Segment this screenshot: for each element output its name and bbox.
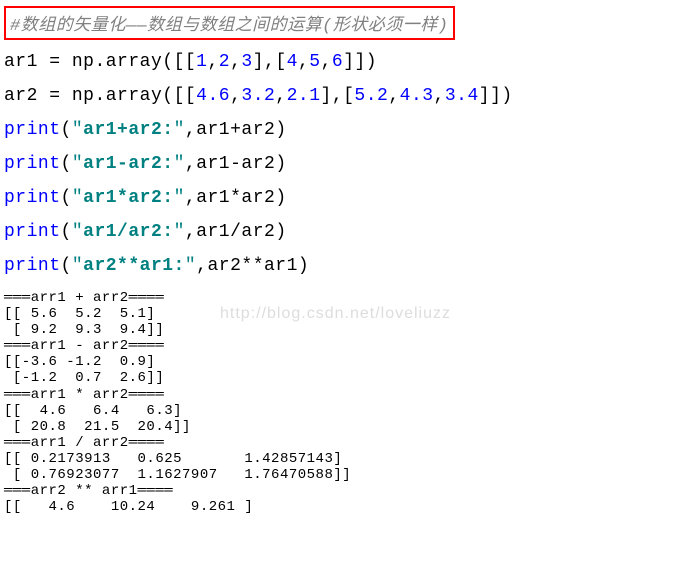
- comma: ,: [185, 120, 196, 140]
- print-keyword: print: [4, 154, 61, 174]
- print-div: print("ar1/ar2:",ar1/ar2): [4, 222, 692, 242]
- string: ar1*ar2:: [83, 188, 173, 208]
- paren: (: [61, 120, 72, 140]
- equals-sign: =: [49, 52, 60, 72]
- print-keyword: print: [4, 256, 61, 276]
- number: 4.3: [400, 86, 434, 106]
- comma: ,: [196, 256, 207, 276]
- number: 3: [241, 52, 252, 72]
- quote: ": [72, 222, 83, 242]
- number: 2.1: [287, 86, 321, 106]
- paren-bracket: ([[: [162, 86, 196, 106]
- quote: ": [72, 120, 83, 140]
- equals-sign: =: [49, 86, 60, 106]
- print-pow: print("ar2**ar1:",ar2**ar1): [4, 256, 692, 276]
- number: 3.2: [241, 86, 275, 106]
- np-array-call: np.array: [72, 52, 162, 72]
- print-add: print("ar1+ar2:",ar1+ar2): [4, 120, 692, 140]
- comma: ,: [434, 86, 445, 106]
- print-keyword: print: [4, 120, 61, 140]
- comma: ,: [388, 86, 399, 106]
- paren-bracket: ]]): [343, 52, 377, 72]
- paren-bracket: ([[: [162, 52, 196, 72]
- quote: ": [72, 256, 83, 276]
- expression: ar1+ar2: [196, 120, 275, 140]
- number: 3.4: [445, 86, 479, 106]
- number: 5.2: [354, 86, 388, 106]
- comma: ,: [230, 86, 241, 106]
- expression: ar1/ar2: [196, 222, 275, 242]
- comma: ,: [185, 188, 196, 208]
- quote: ": [185, 256, 196, 276]
- paren: ): [298, 256, 309, 276]
- paren: (: [61, 256, 72, 276]
- expression: ar1*ar2: [196, 188, 275, 208]
- number: 5: [309, 52, 320, 72]
- print-sub: print("ar1-ar2:",ar1-ar2): [4, 154, 692, 174]
- number: 1: [196, 52, 207, 72]
- comma: ,: [207, 52, 218, 72]
- paren: (: [61, 222, 72, 242]
- print-keyword: print: [4, 188, 61, 208]
- quote: ": [174, 222, 185, 242]
- paren: ): [275, 188, 286, 208]
- code-line-ar1: ar1 = np.array([[1,2,3],[4,5,6]]): [4, 52, 692, 72]
- variable-name: ar2: [4, 86, 38, 106]
- comma: ,: [321, 52, 332, 72]
- quote: ": [72, 154, 83, 174]
- paren: ): [275, 222, 286, 242]
- number: 4.6: [196, 86, 230, 106]
- paren-bracket: ]]): [479, 86, 513, 106]
- string: ar1-ar2:: [83, 154, 173, 174]
- quote: ": [174, 120, 185, 140]
- expression: ar1-ar2: [196, 154, 275, 174]
- quote: ": [72, 188, 83, 208]
- comma: ,: [230, 52, 241, 72]
- string: ar1/ar2:: [83, 222, 173, 242]
- bracket: ],[: [253, 52, 287, 72]
- quote: ": [174, 188, 185, 208]
- string: ar2**ar1:: [83, 256, 185, 276]
- comma: ,: [185, 154, 196, 174]
- np-array-call: np.array: [72, 86, 162, 106]
- bracket: ],[: [321, 86, 355, 106]
- print-keyword: print: [4, 222, 61, 242]
- variable-name: ar1: [4, 52, 38, 72]
- comma: ,: [185, 222, 196, 242]
- expression: ar2**ar1: [207, 256, 297, 276]
- comma: ,: [275, 86, 286, 106]
- number: 2: [219, 52, 230, 72]
- comma: ,: [298, 52, 309, 72]
- number: 4: [287, 52, 298, 72]
- quote: ": [174, 154, 185, 174]
- number: 6: [332, 52, 343, 72]
- code-line-ar2: ar2 = np.array([[4.6,3.2,2.1],[5.2,4.3,3…: [4, 86, 692, 106]
- code-comment: #数组的矢量化——数组与数组之间的运算(形状必须一样): [4, 6, 455, 40]
- paren: (: [61, 188, 72, 208]
- output-console: ═══arr1 + arr2════ [[ 5.6 5.2 5.1] [ 9.2…: [4, 290, 692, 515]
- paren: (: [61, 154, 72, 174]
- print-mul: print("ar1*ar2:",ar1*ar2): [4, 188, 692, 208]
- string: ar1+ar2:: [83, 120, 173, 140]
- paren: ): [275, 154, 286, 174]
- paren: ): [275, 120, 286, 140]
